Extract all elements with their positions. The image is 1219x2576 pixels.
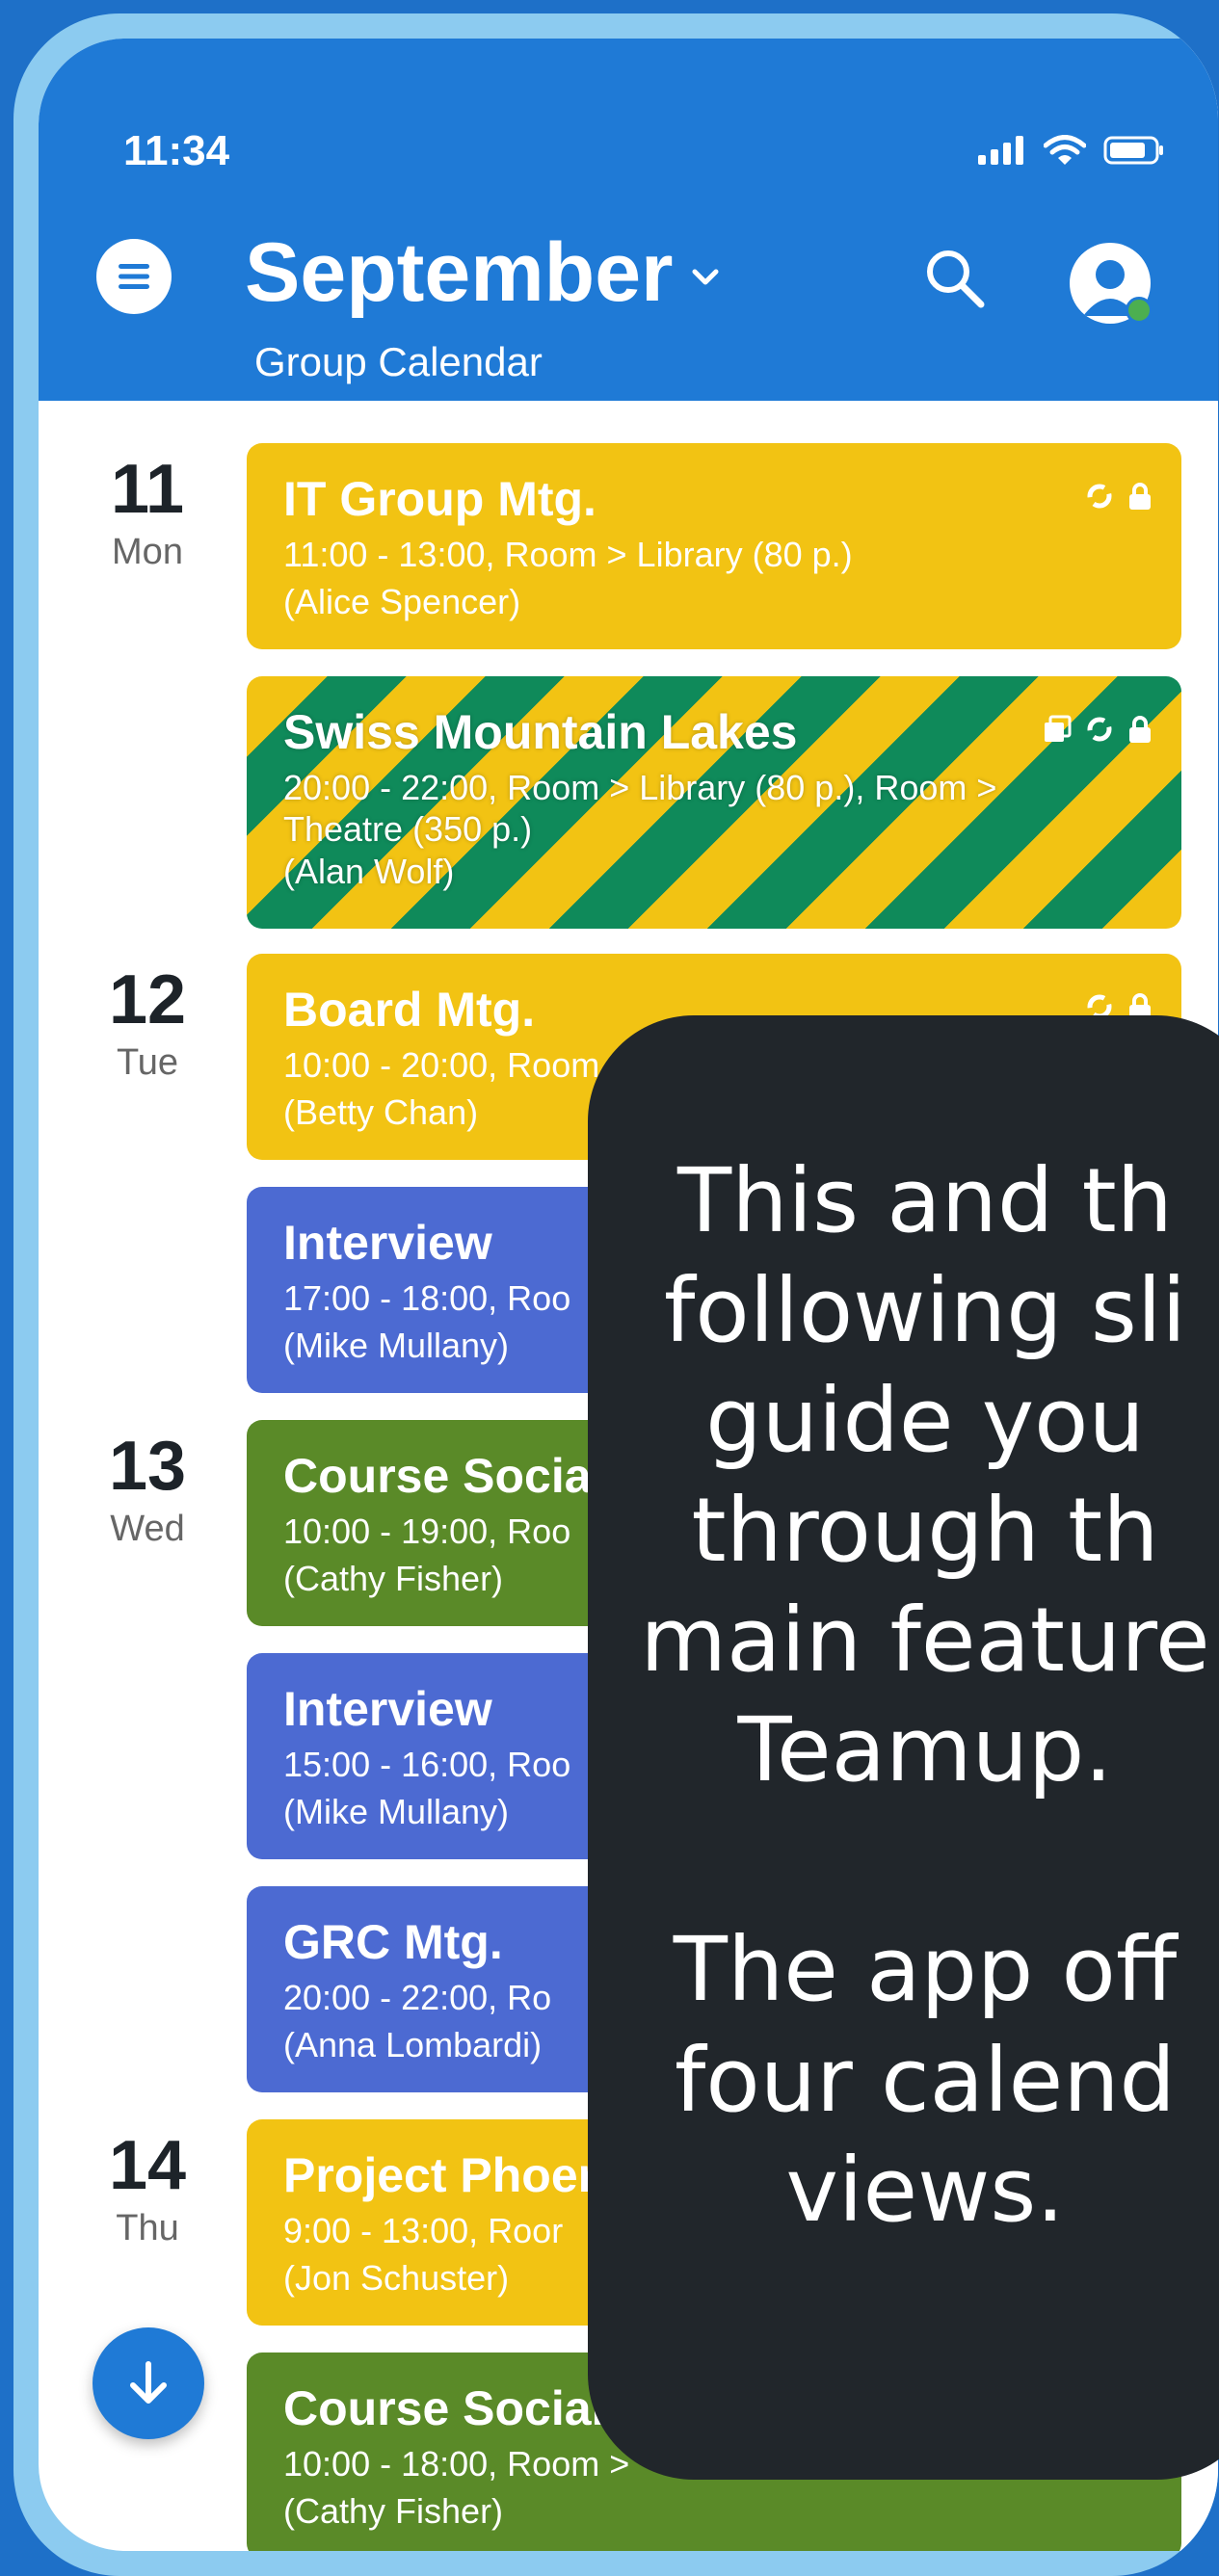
event-card[interactable]: Board Mtg. 10:00 - 20:00, Room (Betty Ch… (247, 954, 1181, 1160)
month-selector[interactable]: September (245, 231, 720, 314)
recurring-icon (1087, 484, 1112, 509)
weekday: Tue (116, 1042, 179, 1083)
event-title: Board Mtg. (283, 983, 536, 1037)
month-title: September (245, 226, 674, 319)
day-label: 12 Tue (94, 965, 200, 1084)
event-time-location: 17:00 - 18:00, Roo (283, 1277, 571, 1318)
weekday: Thu (116, 2208, 179, 2248)
app-screen: 11:34 September Group Calendar 11 Mon 12… (39, 39, 1218, 2551)
recurring-icon (1087, 994, 1112, 1019)
day-number: 11 (110, 451, 185, 528)
event-icons (1085, 992, 1153, 1021)
online-status-indicator (1126, 297, 1153, 324)
day-number: 13 (108, 1428, 187, 1505)
event-time-location: 10:00 - 18:00, Room > (283, 2443, 630, 2484)
event-title: Swiss Mountain Lakes (283, 705, 798, 759)
arrow-down-icon (130, 2361, 167, 2404)
event-owner: (Alice Spencer) (283, 582, 521, 622)
event-owner: (Betty Chan) (283, 1092, 479, 1133)
event-title: IT Group Mtg. (283, 472, 596, 526)
event-title: Course Socia (283, 1449, 592, 1503)
event-title: Interview (283, 1682, 492, 1736)
event-owner: (Anna Lombardi) (283, 2025, 543, 2065)
event-card[interactable]: IT Group Mtg. 11:00 - 13:00, Room > Libr… (247, 443, 1181, 649)
calendar-name: Group Calendar (254, 339, 543, 384)
event-card[interactable]: Course Socia 10:00 - 19:00, Roo (Cathy F… (247, 1420, 1181, 1626)
weekday: Mon (112, 532, 183, 572)
event-card[interactable]: Course Social 10:00 - 18:00, Room > (Cat… (247, 2353, 1181, 2551)
status-icons (978, 135, 1165, 166)
menu-button[interactable] (96, 239, 172, 314)
event-card[interactable]: Interview 17:00 - 18:00, Roo (Mike Mulla… (247, 1187, 1181, 1393)
event-time-location: 15:00 - 16:00, Roo (283, 1744, 571, 1784)
event-time-location: 20:00 - 22:00, Room > Library (80 p.), R… (283, 767, 997, 807)
status-time: 11:34 (123, 127, 230, 174)
lock-icon (1129, 993, 1151, 1020)
event-card[interactable]: Interview 15:00 - 16:00, Roo (Mike Mulla… (247, 1653, 1181, 1859)
hamburger-icon (119, 264, 149, 289)
event-owner: (Mike Mullany) (283, 1326, 510, 1366)
event-icons (1043, 715, 1153, 744)
event-owner: (Cathy Fisher) (283, 2491, 504, 2532)
day-label: 14 Thu (94, 2131, 200, 2249)
day-label: 11 Mon (94, 455, 200, 573)
event-time-location: 20:00 - 22:00, Ro (283, 1977, 552, 2017)
event-title: Project Phoer (283, 2148, 597, 2202)
wifi-icon (1044, 135, 1086, 165)
event-icons (1085, 482, 1153, 511)
event-title: Interview (283, 1216, 492, 1270)
event-title: Course Social (283, 2381, 605, 2435)
app-header: 11:34 September Group Calendar (39, 39, 1218, 401)
event-time-location: 9:00 - 13:00, Roor (283, 2210, 564, 2250)
day-label: 13 Wed (94, 1432, 200, 1550)
day-number: 12 (108, 961, 187, 1038)
event-location-continued: Theatre (350 p.) (283, 809, 533, 850)
event-owner: (Jon Schuster) (283, 2258, 510, 2299)
event-time-location: 10:00 - 19:00, Roo (283, 1511, 571, 1551)
event-card[interactable]: GRC Mtg. 20:00 - 22:00, Ro (Anna Lombard… (247, 1886, 1181, 2092)
cellular-signal-icon (978, 136, 1023, 165)
recurring-icon (1087, 717, 1112, 742)
battery-icon (1103, 136, 1163, 165)
event-owner: (Alan Wolf) (283, 852, 455, 892)
event-time-location: 10:00 - 20:00, Room (283, 1044, 600, 1085)
chevron-down-icon (692, 269, 718, 285)
event-owner: (Cathy Fisher) (283, 1559, 504, 1599)
lock-icon (1129, 716, 1151, 743)
event-time-location: 11:00 - 13:00, Room > Library (80 p.) (283, 534, 853, 574)
event-card[interactable]: Project Phoer 9:00 - 13:00, Roor (Jon Sc… (247, 2119, 1181, 2326)
lock-icon (1129, 483, 1151, 510)
copy-icon (1045, 715, 1072, 742)
event-owner: (Mike Mullany) (283, 1792, 510, 1832)
day-number: 14 (108, 2127, 187, 2204)
search-icon[interactable] (921, 245, 989, 312)
weekday: Wed (110, 1509, 185, 1549)
event-card[interactable]: Swiss Mountain Lakes 20:00 - 22:00, Room… (247, 676, 1181, 929)
scroll-to-today-button[interactable] (93, 2327, 204, 2439)
event-title: GRC Mtg. (283, 1915, 503, 1969)
phone-frame: 11:34 September Group Calendar 11 Mon 12… (13, 13, 1218, 2576)
